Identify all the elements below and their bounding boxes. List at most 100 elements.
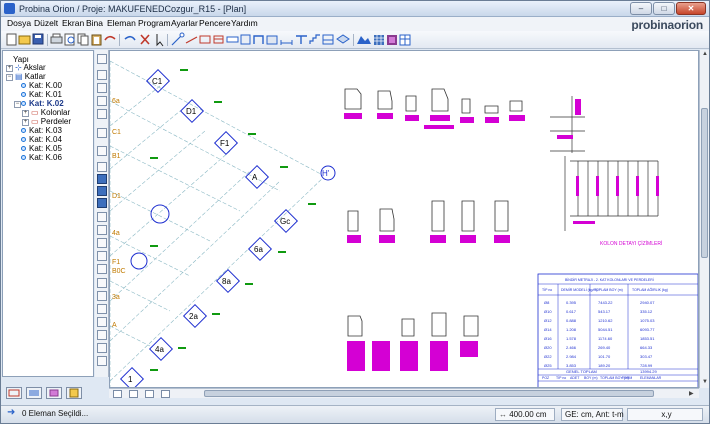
menu-yardim[interactable]: Yardım (231, 18, 258, 28)
delete-icon[interactable] (140, 34, 150, 45)
minimize-button[interactable]: – (630, 2, 652, 15)
layers-icon[interactable] (387, 35, 397, 45)
grid-icon[interactable] (374, 35, 384, 45)
undo-icon[interactable] (104, 35, 116, 41)
table-icon[interactable] (399, 34, 411, 46)
print-icon[interactable] (50, 33, 63, 44)
print-area-icon[interactable] (97, 356, 107, 366)
new-file-icon[interactable] (6, 33, 17, 46)
view-3d-icon[interactable] (336, 34, 350, 44)
redraw-icon[interactable] (97, 128, 107, 138)
maximize-button[interactable]: □ (653, 2, 675, 15)
project-tree[interactable]: Yapı + ⊹ Akslar − ▤ Katlar Kat: K.00 Kat… (2, 50, 94, 377)
dimension-icon[interactable] (280, 40, 293, 45)
zoom-extents-icon[interactable] (97, 109, 107, 119)
tree-item-kat-k02[interactable]: Kat: K.02 (21, 99, 64, 108)
detail-toggle-icon[interactable] (97, 343, 107, 353)
vertical-scrollbar[interactable]: ▲ ▼ (699, 50, 709, 388)
slab-icon[interactable] (240, 34, 251, 45)
text-icon[interactable] (296, 35, 307, 44)
save-icon[interactable] (32, 33, 44, 45)
round-columns[interactable] (130, 204, 170, 270)
tree-item-kat-k00[interactable]: Kat: K.00 (21, 81, 62, 90)
tab-reports-icon[interactable] (66, 387, 82, 399)
rectangle-icon[interactable] (199, 35, 211, 44)
menu-dosya[interactable]: Dosya (7, 18, 31, 28)
tree-item-kat-k03[interactable]: Kat: K.03 (21, 126, 62, 135)
units-field[interactable]: GE: cm, Ant: t-m (561, 408, 624, 421)
reinforcement-detail[interactable] (550, 96, 659, 231)
section-toggle-icon[interactable] (97, 330, 107, 340)
layer-toggle-icon[interactable] (97, 174, 107, 184)
column-elements[interactable]: C1 D1 F1 A Gc 6a 8a 2a 4a 1 (119, 68, 299, 388)
horizontal-scrollbar[interactable]: ▶ (109, 388, 699, 398)
foundation-icon[interactable] (266, 35, 278, 45)
tree-collapse-toggle[interactable]: − (6, 74, 13, 81)
tab-structure-icon[interactable] (6, 387, 22, 399)
tab-floors-icon[interactable] (26, 387, 42, 399)
paste-icon[interactable] (91, 34, 102, 46)
dimension-toggle-icon[interactable] (97, 251, 107, 261)
tree-item-kat-k04[interactable]: Kat: K.04 (21, 135, 62, 144)
zoom-window-icon[interactable] (97, 96, 107, 106)
menu-eleman[interactable]: Eleman (107, 18, 136, 28)
grid-snap-icon[interactable] (97, 162, 107, 172)
grid-size-field[interactable]: ↔ 400.00 cm (495, 408, 555, 421)
tree-collapse-toggle[interactable]: − (14, 101, 21, 108)
redo-icon[interactable] (124, 35, 136, 41)
wall-icon[interactable] (253, 35, 264, 44)
menu-ekran[interactable]: Ekran (62, 18, 84, 28)
line-icon[interactable] (185, 36, 198, 44)
copy-icon[interactable] (77, 33, 89, 46)
last-page-icon[interactable] (161, 390, 170, 398)
axis-icon[interactable] (171, 32, 185, 46)
slab-toggle-icon[interactable] (97, 225, 107, 235)
print-preview-icon[interactable] (64, 33, 75, 46)
stair-icon[interactable] (309, 34, 320, 44)
zoom-out-icon[interactable] (97, 83, 107, 93)
vertical-scroll-thumb[interactable] (701, 108, 708, 258)
menu-program[interactable]: Program (138, 18, 171, 28)
tree-item-akslar[interactable]: ⊹ Akslar (15, 63, 46, 72)
tree-item-kolonlar[interactable]: ▭ Kolonlar (31, 108, 70, 117)
tree-expand-toggle[interactable]: + (22, 119, 29, 126)
menu-pencere[interactable]: Pencere (199, 18, 231, 28)
title-bar[interactable]: Probina Orion / Proje: MAKUFENEDCozgur_R… (1, 1, 709, 17)
open-folder-icon[interactable] (18, 35, 31, 45)
pan-icon[interactable] (97, 54, 107, 64)
snap-icon[interactable] (97, 146, 107, 156)
hatch-toggle-icon[interactable] (97, 278, 107, 288)
tree-item-perdeler[interactable]: ▭ Perdeler (31, 117, 71, 126)
column-toggle-icon[interactable] (97, 198, 107, 208)
zoom-in-icon[interactable] (97, 70, 107, 80)
menu-duzelt[interactable]: Düzelt (34, 18, 58, 28)
beam-icon[interactable] (226, 36, 239, 43)
tree-expand-toggle[interactable]: + (6, 65, 13, 72)
tree-item-kat-k05[interactable]: Kat: K.05 (21, 144, 62, 153)
label-toggle-icon[interactable] (97, 317, 107, 327)
select-icon[interactable] (156, 34, 164, 47)
beam-toggle-icon[interactable] (97, 212, 107, 222)
prev-page-icon[interactable] (129, 390, 138, 398)
horizontal-scroll-thumb[interactable] (204, 390, 654, 397)
load-toggle-icon[interactable] (97, 291, 107, 301)
tree-item-katlar[interactable]: ▤ Katlar (15, 72, 46, 81)
plan-drawing-canvas[interactable]: H' 6a C1 B1 D1 4a F1 B0C 3a A C1 D1 F1 A… (109, 50, 699, 388)
menu-bina[interactable]: Bina (86, 18, 103, 28)
node-toggle-icon[interactable] (97, 304, 107, 314)
axis-label-h[interactable]: H' (320, 165, 336, 181)
wall-toggle-icon[interactable] (97, 238, 107, 248)
axis-toggle-icon[interactable] (97, 186, 107, 196)
tree-item-kat-k01[interactable]: Kat: K.01 (21, 90, 62, 99)
section-icon[interactable] (322, 34, 334, 45)
tree-expand-toggle[interactable]: + (22, 110, 29, 117)
column-icon[interactable] (213, 35, 224, 44)
metraj-table[interactable]: BİNDİR METRAJI - 2. KAT KOLONLARI VE PER… (537, 273, 698, 388)
tab-materials-icon[interactable] (46, 387, 62, 399)
close-button[interactable]: ✕ (676, 2, 706, 15)
tree-item-kat-k06[interactable]: Kat: K.06 (21, 153, 62, 162)
text-toggle-icon[interactable] (97, 264, 107, 274)
first-page-icon[interactable] (113, 390, 122, 398)
next-page-icon[interactable] (145, 390, 154, 398)
menu-ayarlar[interactable]: Ayarlar (171, 18, 198, 28)
